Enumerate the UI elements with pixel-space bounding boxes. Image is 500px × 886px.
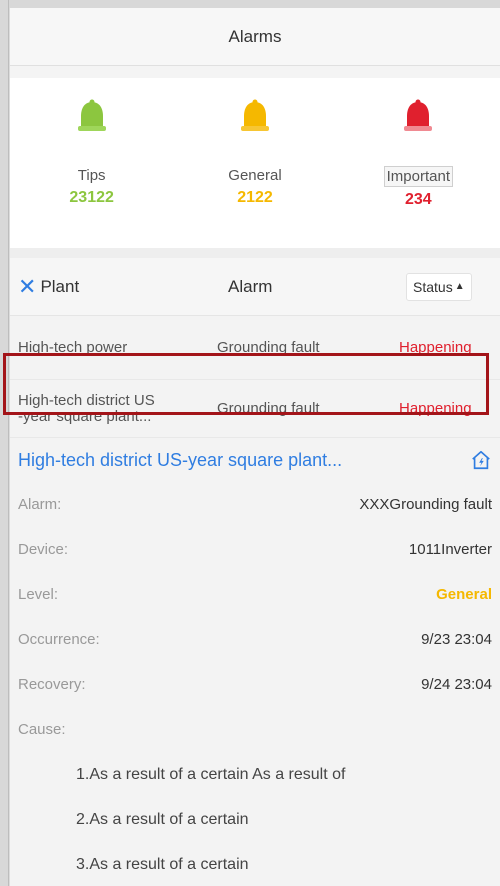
section-gap — [10, 248, 500, 258]
alarm-summary: Tips 23122 General 2122 Important 234 — [10, 78, 500, 248]
cause-item: 3.As a result of a certain — [76, 855, 249, 873]
level-count: 23122 — [69, 189, 114, 206]
cause-item: 2.As a result of a certain — [76, 810, 249, 828]
table-row-selected[interactable]: High-tech district US -year square plant… — [10, 380, 500, 438]
level-general[interactable]: General 2122 — [180, 98, 330, 207]
plant-header-label: Plant — [40, 276, 80, 296]
app-screen: Alarms Tips 23122 General 2122 Important… — [10, 8, 500, 886]
field-level: Level: General — [18, 572, 492, 617]
field-key: Occurrence: — [18, 631, 100, 648]
home-icon[interactable] — [470, 449, 492, 471]
bell-icon — [240, 99, 269, 131]
level-label: Important — [383, 166, 453, 187]
triangle-up-icon: ▲ — [454, 281, 465, 292]
bell-icon — [77, 99, 106, 131]
alarm-detail: High-tech district US-year square plant.… — [10, 438, 500, 886]
cause-list: 1.As a result of a certain As a result o… — [18, 752, 492, 886]
level-label: Tips — [77, 167, 106, 184]
table-row[interactable]: High-tech power Grounding fault Happenin… — [10, 316, 500, 380]
field-recovery: Recovery: 9/24 23:04 — [18, 662, 492, 707]
row-status: Happening — [399, 339, 472, 356]
outer-frame-left — [0, 0, 9, 886]
field-key: Level: — [18, 586, 59, 603]
level-label: General — [228, 167, 282, 184]
field-value: 9/24 23:04 — [421, 676, 492, 693]
row-alarm: Grounding fault — [217, 400, 320, 417]
outer-frame-top — [0, 0, 500, 8]
field-key: Recovery: — [18, 676, 86, 693]
close-icon[interactable]: ✕ — [18, 275, 36, 298]
field-cause: Cause: — [18, 707, 492, 752]
page-title: Alarms — [228, 26, 282, 46]
row-alarm: Grounding fault — [217, 339, 320, 356]
field-occurrence: Occurrence: 9/23 23:04 — [18, 617, 492, 662]
detail-header: High-tech district US-year square plant.… — [18, 438, 492, 482]
table-header: ✕ Plant Alarm Status ▲ — [10, 258, 500, 316]
field-value: 9/23 23:04 — [421, 631, 492, 648]
status-header-label: Status — [413, 278, 453, 295]
row-status: Happening — [399, 400, 472, 417]
status-sort-button[interactable]: Status ▲ — [406, 272, 472, 301]
field-device: Device: 1011Inverter — [18, 527, 492, 572]
level-tips[interactable]: Tips 23122 — [17, 98, 167, 207]
field-alarm: Alarm: XXXGrounding fault — [18, 482, 492, 527]
top-bar: Alarms — [10, 8, 500, 66]
row-plant-line2: -year square plant... — [18, 407, 152, 425]
field-key: Cause: — [18, 721, 66, 738]
field-key: Alarm: — [18, 496, 62, 513]
bell-icon — [404, 99, 433, 131]
detail-title[interactable]: High-tech district US-year square plant.… — [18, 450, 342, 471]
level-count: 234 — [404, 191, 432, 208]
row-plant: High-tech district US -year square plant… — [10, 391, 217, 425]
field-value: 1011Inverter — [408, 541, 492, 558]
row-plant: High-tech power — [18, 338, 128, 356]
row-plant-line1: High-tech district US — [18, 391, 155, 409]
plant-filter[interactable]: ✕ Plant — [18, 275, 218, 298]
field-key: Device: — [18, 541, 69, 558]
level-count: 2122 — [237, 189, 273, 206]
cause-item: 1.As a result of a certain As a result o… — [76, 765, 346, 783]
field-value: General — [436, 586, 492, 603]
alarm-header: Alarm — [228, 276, 273, 296]
level-important[interactable]: Important 234 — [343, 98, 493, 209]
field-value: XXXGrounding fault — [359, 496, 492, 513]
